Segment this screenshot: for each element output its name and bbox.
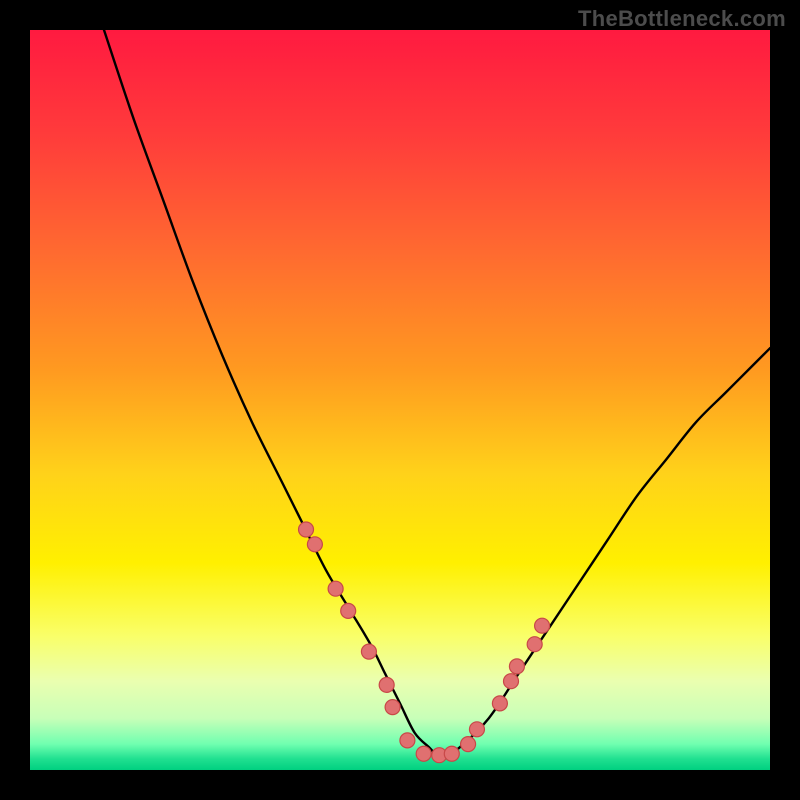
data-marker [444, 746, 459, 761]
data-marker [379, 677, 394, 692]
data-marker [307, 537, 322, 552]
data-marker [299, 522, 314, 537]
plot-area [30, 30, 770, 770]
data-marker [328, 581, 343, 596]
data-marker [504, 674, 519, 689]
data-marker [461, 737, 476, 752]
data-marker [469, 722, 484, 737]
data-marker [492, 696, 507, 711]
data-marker [385, 700, 400, 715]
data-marker [341, 603, 356, 618]
chart-frame: TheBottleneck.com [0, 0, 800, 800]
data-marker [527, 637, 542, 652]
data-marker [535, 618, 550, 633]
watermark-text: TheBottleneck.com [578, 6, 786, 32]
data-marker [509, 659, 524, 674]
data-marker [400, 733, 415, 748]
data-marker [416, 746, 431, 761]
data-marker [361, 644, 376, 659]
chart-svg [30, 30, 770, 770]
